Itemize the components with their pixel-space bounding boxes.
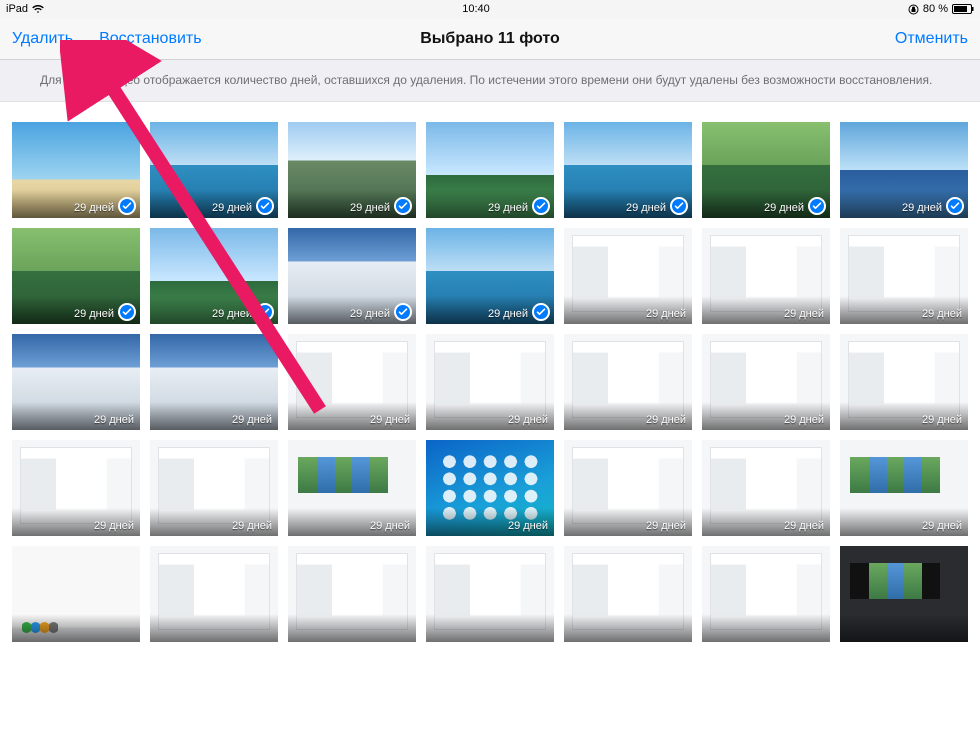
days-remaining-label: 29 дней xyxy=(922,308,962,320)
device-label: iPad xyxy=(6,3,28,15)
photo-thumbnail[interactable]: 29 дней xyxy=(426,334,554,430)
days-remaining-label: 29 дней xyxy=(902,202,942,214)
days-remaining-label: 29 дней xyxy=(232,414,272,426)
days-remaining-label: 29 дней xyxy=(350,308,390,320)
days-remaining-label: 29 дней xyxy=(370,414,410,426)
thumbnail-gradient xyxy=(840,614,968,642)
photo-thumbnail[interactable]: 29 дней xyxy=(150,440,278,536)
cancel-button[interactable]: Отменить xyxy=(891,24,972,54)
photo-thumbnail[interactable]: 29 дней xyxy=(12,440,140,536)
photo-thumbnail[interactable]: 29 дней xyxy=(150,228,278,324)
selected-checkmark-icon xyxy=(118,197,136,215)
status-left: iPad xyxy=(6,3,44,15)
days-remaining-label: 29 дней xyxy=(626,202,666,214)
photo-thumbnail[interactable]: 29 дней xyxy=(702,122,830,218)
thumbnail-gradient xyxy=(12,614,140,642)
selected-checkmark-icon xyxy=(670,197,688,215)
photo-thumbnail[interactable] xyxy=(288,546,416,642)
battery-icon xyxy=(952,4,974,14)
photo-thumbnail[interactable]: 29 дней xyxy=(12,334,140,430)
photo-thumbnail[interactable]: 29 дней xyxy=(426,440,554,536)
days-remaining-label: 29 дней xyxy=(764,202,804,214)
days-remaining-label: 29 дней xyxy=(922,520,962,532)
photo-grid: 29 дней 29 дней 29 дней 29 дней 29 дней 29 дн… xyxy=(12,122,968,642)
photo-thumbnail[interactable]: 29 дней xyxy=(288,122,416,218)
selected-checkmark-icon xyxy=(256,303,274,321)
photo-thumbnail[interactable]: 29 дней xyxy=(150,122,278,218)
days-remaining-label: 29 дней xyxy=(212,202,252,214)
orientation-lock-icon xyxy=(908,4,919,15)
photo-thumbnail[interactable]: 29 дней xyxy=(564,122,692,218)
selected-checkmark-icon xyxy=(946,197,964,215)
selected-checkmark-icon xyxy=(118,303,136,321)
photo-grid-container: 29 дней 29 дней 29 дней 29 дней 29 дней 29 дн… xyxy=(0,102,980,642)
status-time: 10:40 xyxy=(462,3,490,15)
photo-thumbnail[interactable]: 29 дней xyxy=(564,228,692,324)
wifi-icon xyxy=(32,4,44,14)
days-remaining-label: 29 дней xyxy=(784,414,824,426)
photo-thumbnail[interactable]: 29 дней xyxy=(12,228,140,324)
selected-checkmark-icon xyxy=(394,197,412,215)
thumbnail-gradient xyxy=(564,614,692,642)
photo-thumbnail[interactable] xyxy=(702,546,830,642)
photo-thumbnail[interactable]: 29 дней xyxy=(12,122,140,218)
days-remaining-label: 29 дней xyxy=(508,520,548,532)
photo-thumbnail[interactable]: 29 дней xyxy=(150,334,278,430)
photo-thumbnail[interactable]: 29 дней xyxy=(564,334,692,430)
photo-thumbnail[interactable]: 29 дней xyxy=(702,228,830,324)
selected-checkmark-icon xyxy=(808,197,826,215)
photo-thumbnail[interactable]: 29 дней xyxy=(840,334,968,430)
photo-thumbnail[interactable]: 29 дней xyxy=(840,440,968,536)
status-right: 80 % xyxy=(908,3,974,15)
photo-thumbnail[interactable] xyxy=(840,546,968,642)
photo-thumbnail[interactable]: 29 дней xyxy=(426,122,554,218)
thumbnail-gradient xyxy=(150,614,278,642)
days-remaining-label: 29 дней xyxy=(94,414,134,426)
days-remaining-label: 29 дней xyxy=(350,202,390,214)
status-bar: iPad 10:40 80 % xyxy=(0,0,980,18)
thumbnail-gradient xyxy=(288,614,416,642)
battery-percent: 80 % xyxy=(923,3,948,15)
days-remaining-label: 29 дней xyxy=(74,308,114,320)
days-remaining-label: 29 дней xyxy=(508,414,548,426)
photo-thumbnail[interactable]: 29 дней xyxy=(702,334,830,430)
selected-checkmark-icon xyxy=(256,197,274,215)
photo-thumbnail[interactable]: 29 дней xyxy=(426,228,554,324)
info-strip: Для фото и видео отображается количество… xyxy=(0,60,980,102)
days-remaining-label: 29 дней xyxy=(646,308,686,320)
photo-thumbnail[interactable] xyxy=(150,546,278,642)
photo-thumbnail[interactable]: 29 дней xyxy=(288,440,416,536)
selected-checkmark-icon xyxy=(532,303,550,321)
days-remaining-label: 29 дней xyxy=(784,520,824,532)
photo-thumbnail[interactable]: 29 дней xyxy=(840,228,968,324)
photo-thumbnail[interactable]: 29 дней xyxy=(288,334,416,430)
selected-checkmark-icon xyxy=(532,197,550,215)
days-remaining-label: 29 дней xyxy=(370,520,410,532)
photo-thumbnail[interactable] xyxy=(426,546,554,642)
days-remaining-label: 29 дней xyxy=(488,308,528,320)
days-remaining-label: 29 дней xyxy=(74,202,114,214)
photo-thumbnail[interactable]: 29 дней xyxy=(564,440,692,536)
days-remaining-label: 29 дней xyxy=(784,308,824,320)
thumbnail-gradient xyxy=(702,614,830,642)
nav-bar: Удалить Восстановить Выбрано 11 фото Отм… xyxy=(0,18,980,60)
delete-button[interactable]: Удалить xyxy=(8,24,77,54)
days-remaining-label: 29 дней xyxy=(646,414,686,426)
photo-thumbnail[interactable]: 29 дней xyxy=(840,122,968,218)
days-remaining-label: 29 дней xyxy=(94,520,134,532)
selected-checkmark-icon xyxy=(394,303,412,321)
page-title: Выбрано 11 фото xyxy=(420,30,560,48)
days-remaining-label: 29 дней xyxy=(646,520,686,532)
thumbnail-gradient xyxy=(426,614,554,642)
days-remaining-label: 29 дней xyxy=(922,414,962,426)
days-remaining-label: 29 дней xyxy=(212,308,252,320)
photo-thumbnail[interactable]: 29 дней xyxy=(288,228,416,324)
photo-thumbnail[interactable]: 29 дней xyxy=(702,440,830,536)
restore-button[interactable]: Восстановить xyxy=(95,24,205,54)
photo-thumbnail[interactable] xyxy=(564,546,692,642)
days-remaining-label: 29 дней xyxy=(488,202,528,214)
days-remaining-label: 29 дней xyxy=(232,520,272,532)
photo-thumbnail[interactable] xyxy=(12,546,140,642)
